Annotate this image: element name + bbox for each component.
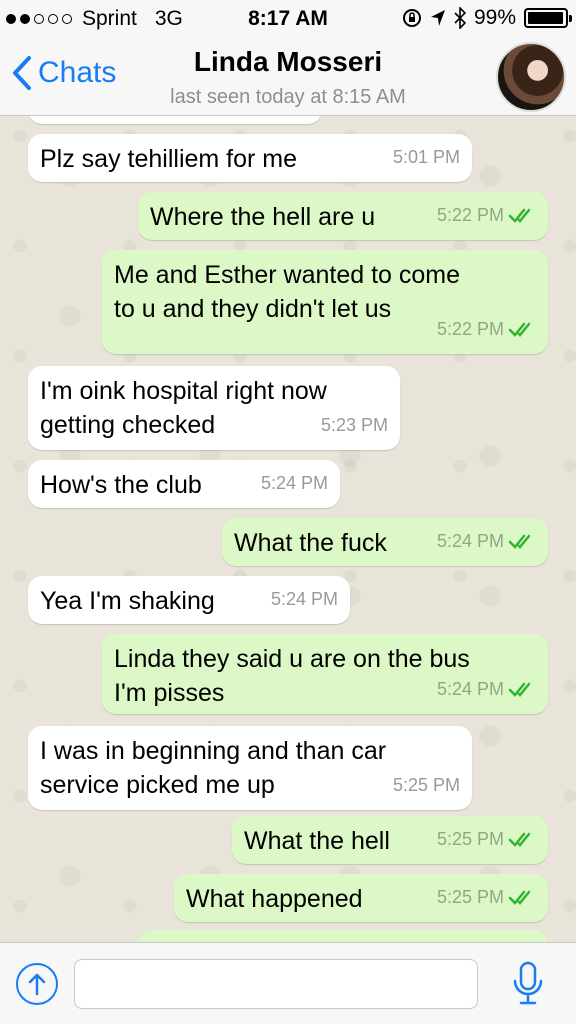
message-bubble: I was in beginning and than car service … [28, 726, 472, 810]
battery-percent: 99% [473, 6, 516, 29]
double-check-icon [508, 534, 531, 549]
message-bubble: I'm oink hospital right now getting chec… [28, 366, 400, 450]
message-time-wrap: 5:24 PM [261, 466, 328, 500]
attach-button[interactable] [16, 963, 58, 1005]
message-time: 5:25 PM [436, 829, 504, 849]
message-bubble: What the fuck 5:24 PM [222, 518, 548, 566]
double-check-icon [508, 208, 531, 223]
message-time-wrap: 5:25 PM [437, 822, 536, 856]
chat-header: Chats Linda Mosseri last seen today at 8… [0, 38, 576, 116]
message-bubble: Where the hell are u 5:22 PM [138, 192, 548, 240]
message-time-wrap: 5:24 PM [437, 672, 536, 706]
message-bubble: Me and Esther wanted to come to u and th… [102, 250, 548, 354]
message-time: 5:24 PM [260, 473, 328, 493]
message-time-wrap: 5:24 PM [271, 582, 338, 616]
message-time-wrap: 5:25 PM [393, 768, 460, 802]
microphone-button[interactable] [510, 959, 546, 1009]
message-time: 5:25 PM [436, 887, 504, 907]
message-time: 5:23 PM [320, 415, 388, 435]
message-time-wrap: 5:22 PM [437, 312, 536, 346]
message-bubble: What happened 5:25 PM [174, 874, 548, 922]
double-check-icon [508, 890, 531, 905]
message-time: 5:24 PM [436, 531, 504, 551]
double-check-icon [508, 832, 531, 847]
message-time-wrap: 5:22 PM [437, 198, 536, 232]
message-bubble [28, 116, 322, 124]
compose-bar [0, 942, 576, 1024]
message-time-wrap: 5:25 PM [437, 880, 536, 914]
message-time: 5:01 PM [392, 147, 460, 167]
message-bubble: Yea I'm shaking 5:24 PM [28, 576, 350, 624]
message-time: 5:24 PM [436, 679, 504, 699]
double-check-icon [508, 682, 531, 697]
microphone-icon [513, 961, 543, 1005]
message-bubble: What the hell 5:25 PM [232, 816, 548, 864]
message-time: 5:22 PM [436, 319, 504, 339]
bluetooth-icon [454, 7, 466, 29]
double-check-icon [508, 322, 531, 337]
message-time: 5:22 PM [436, 205, 504, 225]
message-bubble: How's the club 5:24 PM [28, 460, 340, 508]
contact-name[interactable]: Linda Mosseri [0, 46, 576, 78]
message-time-wrap: 5:01 PM [393, 140, 460, 174]
message-time-wrap: 5:23 PM [321, 408, 388, 442]
message-bubble [138, 930, 548, 942]
location-icon [430, 10, 445, 26]
message-input[interactable] [74, 959, 478, 1009]
message-time: 5:24 PM [270, 589, 338, 609]
last-seen-status: last seen today at 8:15 AM [170, 86, 406, 108]
arrow-up-icon [28, 973, 46, 996]
message-bubble: Plz say tehilliem for me 5:01 PM [28, 134, 472, 182]
message-bubble: Linda they said u are on the bus I'm pis… [102, 634, 548, 714]
rotation-lock-icon [402, 9, 421, 27]
battery-icon [524, 8, 572, 28]
contact-avatar[interactable] [496, 42, 566, 112]
status-right: 99% [402, 6, 572, 30]
message-list[interactable]: Plz say tehilliem for me 5:01 PM Where t… [0, 116, 576, 942]
message-time: 5:25 PM [392, 775, 460, 795]
message-time-wrap: 5:24 PM [437, 524, 536, 558]
status-bar: Sprint 3G 8:17 AM 99% [0, 0, 576, 38]
